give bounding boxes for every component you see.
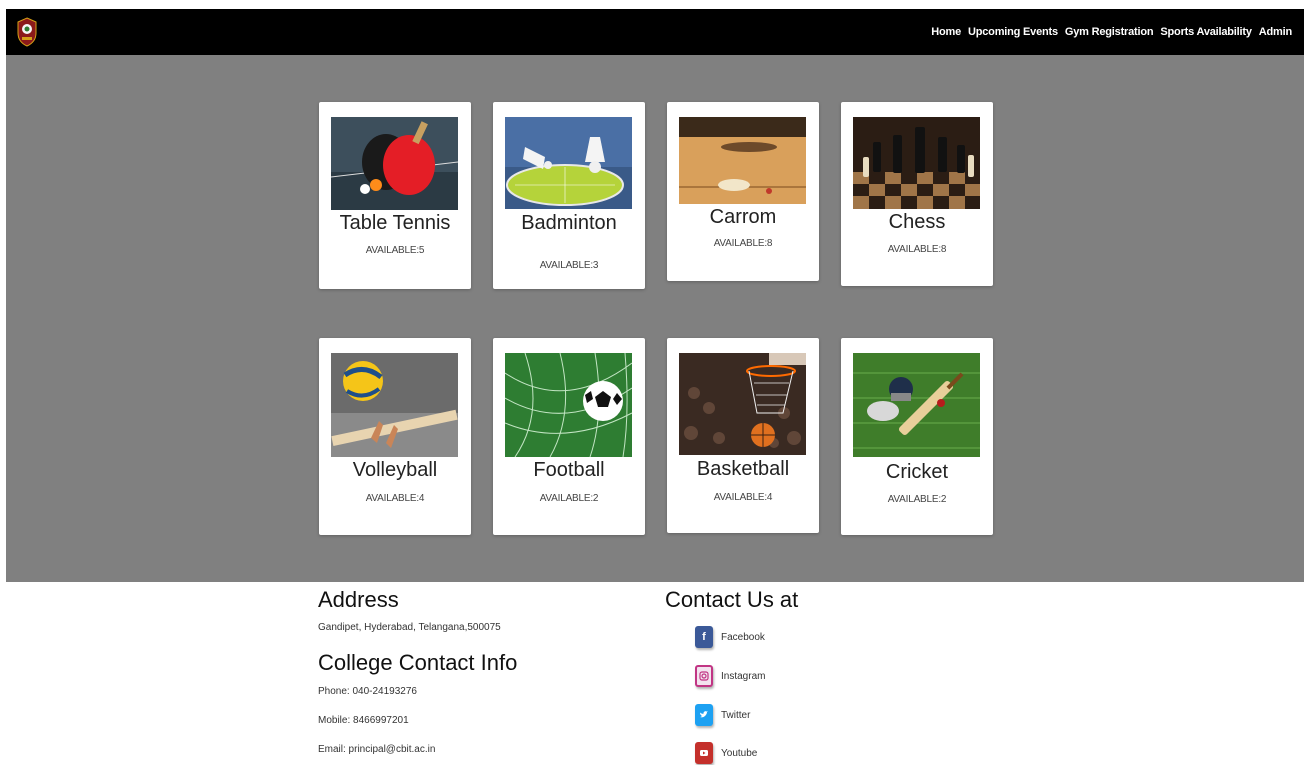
sport-card-cricket[interactable]: Cricket AVAILABLE:2 bbox=[841, 338, 993, 535]
sport-card-carrom[interactable]: Carrom AVAILABLE:8 bbox=[667, 102, 819, 281]
sport-card-badminton[interactable]: Badminton AVAILABLE:3 bbox=[493, 102, 645, 289]
facebook-icon: f bbox=[695, 626, 713, 648]
email-text[interactable]: Email: principal@cbit.ac.in bbox=[318, 744, 435, 755]
youtube-label: Youtube bbox=[721, 747, 758, 759]
nav-sports-availability-link[interactable]: Sports Availability bbox=[1160, 26, 1252, 38]
sport-card-title: Table Tennis bbox=[339, 212, 451, 234]
sport-card-title: Carrom bbox=[709, 206, 777, 228]
nav-home-link[interactable]: Home bbox=[931, 26, 961, 38]
address-text: Gandipet, Hyderabad, Telangana,500075 bbox=[318, 622, 501, 633]
instagram-link[interactable]: Instagram bbox=[695, 665, 765, 687]
carrom-image bbox=[679, 117, 806, 204]
sport-card-title: Badminton bbox=[521, 212, 617, 234]
sport-card-volleyball[interactable]: Volleyball AVAILABLE:4 bbox=[319, 338, 471, 535]
volleyball-image bbox=[331, 353, 458, 457]
sport-card-basketball[interactable]: Basketball AVAILABLE:4 bbox=[667, 338, 819, 533]
table-tennis-image bbox=[331, 117, 458, 210]
sport-card-table-tennis[interactable]: Table Tennis AVAILABLE:5 bbox=[319, 102, 471, 289]
youtube-link[interactable]: Youtube bbox=[695, 742, 757, 764]
twitter-icon bbox=[695, 704, 713, 726]
sport-card-title: Chess bbox=[888, 211, 946, 233]
top-navbar: Home Upcoming Events Gym Registration Sp… bbox=[6, 9, 1304, 55]
sport-card-availability: AVAILABLE:3 bbox=[539, 260, 599, 271]
football-image bbox=[505, 353, 632, 457]
twitter-link[interactable]: Twitter bbox=[695, 704, 750, 726]
sport-card-availability: AVAILABLE:8 bbox=[713, 238, 773, 249]
sport-card-chess[interactable]: Chess AVAILABLE:8 bbox=[841, 102, 993, 286]
sport-card-title: Basketball bbox=[696, 458, 790, 480]
phone-text: Phone: 040-24193276 bbox=[318, 686, 417, 697]
nav-gym-registration-link[interactable]: Gym Registration bbox=[1065, 26, 1154, 38]
nav-links: Home Upcoming Events Gym Registration Sp… bbox=[931, 26, 1292, 38]
basketball-image bbox=[679, 353, 806, 455]
youtube-icon bbox=[695, 742, 713, 764]
sports-grid-section: Table Tennis AVAILABLE:5 Badminton AVAIL… bbox=[6, 55, 1304, 582]
contact-us-heading: Contact Us at bbox=[665, 587, 799, 612]
address-heading: Address bbox=[318, 587, 399, 612]
facebook-link[interactable]: f Facebook bbox=[695, 626, 765, 648]
mobile-text: Mobile: 8466997201 bbox=[318, 715, 409, 726]
college-contact-heading: College Contact Info bbox=[318, 650, 518, 675]
nav-admin-link[interactable]: Admin bbox=[1259, 26, 1292, 38]
instagram-icon bbox=[695, 665, 713, 687]
sport-card-title: Football bbox=[533, 459, 605, 481]
badminton-image bbox=[505, 117, 632, 209]
chess-image bbox=[853, 117, 980, 209]
sport-card-availability: AVAILABLE:5 bbox=[365, 245, 425, 256]
facebook-label: Facebook bbox=[721, 631, 765, 643]
sport-card-availability: AVAILABLE:2 bbox=[539, 493, 599, 504]
twitter-label: Twitter bbox=[721, 709, 751, 721]
nav-upcoming-events-link[interactable]: Upcoming Events bbox=[968, 26, 1058, 38]
college-logo-icon[interactable] bbox=[16, 17, 38, 47]
sport-card-availability: AVAILABLE:8 bbox=[887, 244, 947, 255]
sport-card-availability: AVAILABLE:4 bbox=[713, 492, 773, 503]
cricket-image bbox=[853, 353, 980, 457]
sport-card-availability: AVAILABLE:4 bbox=[365, 493, 425, 504]
sport-card-title: Cricket bbox=[885, 461, 949, 483]
sport-card-availability: AVAILABLE:2 bbox=[887, 494, 947, 505]
sport-card-title: Volleyball bbox=[352, 459, 438, 481]
instagram-label: Instagram bbox=[721, 670, 766, 682]
sport-card-football[interactable]: Football AVAILABLE:2 bbox=[493, 338, 645, 535]
